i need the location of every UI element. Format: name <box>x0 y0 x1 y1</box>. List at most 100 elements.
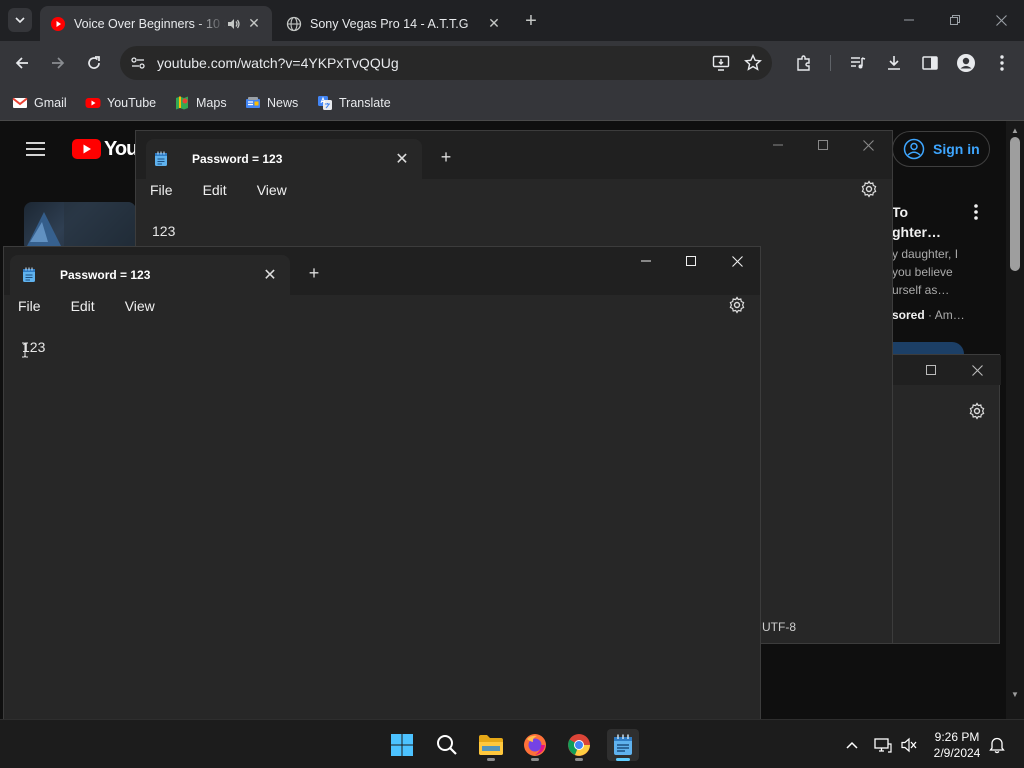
folder-icon <box>479 735 503 755</box>
close-button[interactable] <box>722 249 752 273</box>
settings-gear-icon[interactable] <box>728 296 746 314</box>
system-clock[interactable]: 9:26 PM 2/9/2024 <box>926 729 988 761</box>
media-controls-button[interactable] <box>848 53 868 73</box>
notepad-tab[interactable]: Password = 123 ✕ <box>10 255 290 295</box>
settings-gear-icon[interactable] <box>860 180 878 198</box>
reload-icon <box>88 56 100 69</box>
account-circle-icon <box>903 138 925 160</box>
tab-title: Password = 123 <box>60 268 151 282</box>
close-button[interactable] <box>967 361 987 379</box>
bookmark-star-icon[interactable] <box>744 54 762 72</box>
queue-music-icon <box>851 57 866 69</box>
clock-time: 9:26 PM <box>934 730 980 744</box>
tab-search-button[interactable] <box>8 8 32 32</box>
kebab-menu-icon <box>1000 55 1004 71</box>
menu-view[interactable]: View <box>257 182 287 198</box>
encoding-status[interactable]: UTF-8 <box>762 620 796 634</box>
chrome-button[interactable] <box>563 729 595 761</box>
new-tab-button[interactable]: + <box>520 10 542 32</box>
extensions-button[interactable] <box>794 53 814 73</box>
bookmarks-bar: Gmail YouTube Maps News Translate <box>0 85 1024 121</box>
scroll-up-arrow-icon[interactable]: ▲ <box>1008 124 1022 136</box>
minimize-button[interactable] <box>631 249 661 273</box>
volume-muted-icon[interactable] <box>900 736 918 754</box>
tab-voice-over[interactable]: Voice Over Beginners - 10 Simple Tips ✕ <box>40 6 272 41</box>
maximize-button[interactable] <box>921 361 941 379</box>
firefox-button[interactable] <box>519 729 551 761</box>
side-panel-button[interactable] <box>920 53 940 73</box>
close-tab-icon[interactable]: ✕ <box>486 15 502 32</box>
address-bar[interactable]: youtube.com/watch?v=4YKPxTvQQUg <box>120 46 772 80</box>
downloads-button[interactable] <box>884 53 904 73</box>
install-app-icon[interactable] <box>712 54 730 72</box>
ad-description: y daughter, I you believe urself as… <box>892 247 959 297</box>
bookmark-maps[interactable]: Maps <box>174 93 227 113</box>
profile-button[interactable] <box>956 53 976 73</box>
speaker-icon[interactable] <box>226 17 240 31</box>
notifications-bell-icon[interactable] <box>988 736 1006 754</box>
new-tab-button[interactable]: + <box>304 263 324 283</box>
youtube-icon <box>85 98 101 108</box>
firefox-icon <box>524 734 546 756</box>
bookmark-gmail[interactable]: Gmail <box>12 93 67 113</box>
search-icon <box>437 735 457 755</box>
tab-title: Voice Over Beginners - 10 Simple Tips <box>74 16 226 31</box>
youtube-favicon-icon <box>51 16 65 31</box>
notepad-app-icon <box>155 151 167 166</box>
arrow-right-icon <box>52 57 65 69</box>
tab-sony-vegas[interactable]: Sony Vegas Pro 14 - A.T.T.G ✕ <box>276 6 512 41</box>
news-icon <box>246 97 260 108</box>
sponsored-label: sored <box>892 308 925 322</box>
maps-icon <box>176 96 188 110</box>
new-tab-button[interactable]: + <box>436 147 456 167</box>
close-window-button[interactable] <box>978 6 1024 34</box>
menu-file[interactable]: File <box>150 182 173 198</box>
notepad-taskbar-button[interactable] <box>607 729 639 761</box>
chrome-menu-button[interactable] <box>992 53 1012 73</box>
minimize-button[interactable] <box>763 133 793 157</box>
more-options-icon[interactable] <box>968 202 984 222</box>
restore-button[interactable] <box>932 6 978 34</box>
show-hidden-icons-button[interactable] <box>843 736 861 754</box>
bookmark-news[interactable]: News <box>245 93 298 113</box>
start-button[interactable] <box>386 729 418 761</box>
video-thumbnail[interactable] <box>24 202 136 252</box>
url-text[interactable]: youtube.com/watch?v=4YKPxTvQQUg <box>157 55 399 71</box>
menu-file[interactable]: File <box>18 298 41 314</box>
sign-in-button[interactable]: Sign in <box>892 131 990 167</box>
file-explorer-button[interactable] <box>475 729 507 761</box>
forward-button[interactable] <box>46 51 70 75</box>
notepad-window-front[interactable]: Password = 123 ✕ + File Edit View 123 <box>3 246 761 720</box>
maximize-button[interactable] <box>808 133 838 157</box>
maximize-button[interactable] <box>676 249 706 273</box>
scroll-down-arrow-icon[interactable]: ▼ <box>1008 688 1022 700</box>
close-tab-icon[interactable]: ✕ <box>246 15 262 32</box>
text-editor[interactable]: 123 <box>152 223 175 239</box>
back-button[interactable] <box>10 51 34 75</box>
reload-button[interactable] <box>82 51 106 75</box>
search-button[interactable] <box>431 729 463 761</box>
site-settings-icon[interactable] <box>130 55 146 71</box>
menu-edit[interactable]: Edit <box>71 298 95 314</box>
scrollbar-thumb[interactable] <box>1010 137 1020 271</box>
chrome-icon <box>568 734 590 756</box>
minimize-button[interactable] <box>886 6 932 34</box>
bookmark-translate[interactable]: Translate <box>317 93 391 113</box>
youtube-play-icon <box>72 139 101 159</box>
close-button[interactable] <box>853 133 883 157</box>
globe-icon <box>286 16 302 31</box>
hamburger-menu-icon[interactable] <box>26 141 46 157</box>
menu-edit[interactable]: Edit <box>203 182 227 198</box>
settings-gear-icon[interactable] <box>968 402 986 420</box>
notepad-app-icon <box>614 734 632 755</box>
bookmark-youtube[interactable]: YouTube <box>85 93 156 113</box>
chevron-up-icon <box>846 741 858 749</box>
close-tab-icon[interactable]: ✕ <box>262 267 278 284</box>
menu-view[interactable]: View <box>125 298 155 314</box>
notepad-tab[interactable]: Password = 123 ✕ <box>146 139 422 179</box>
network-icon[interactable] <box>874 736 892 754</box>
close-tab-icon[interactable]: ✕ <box>394 151 410 168</box>
tab-title: Password = 123 <box>192 152 283 166</box>
browser-tab-strip: Voice Over Beginners - 10 Simple Tips ✕ … <box>0 0 1024 41</box>
advertiser-name: · Am… <box>924 308 965 322</box>
